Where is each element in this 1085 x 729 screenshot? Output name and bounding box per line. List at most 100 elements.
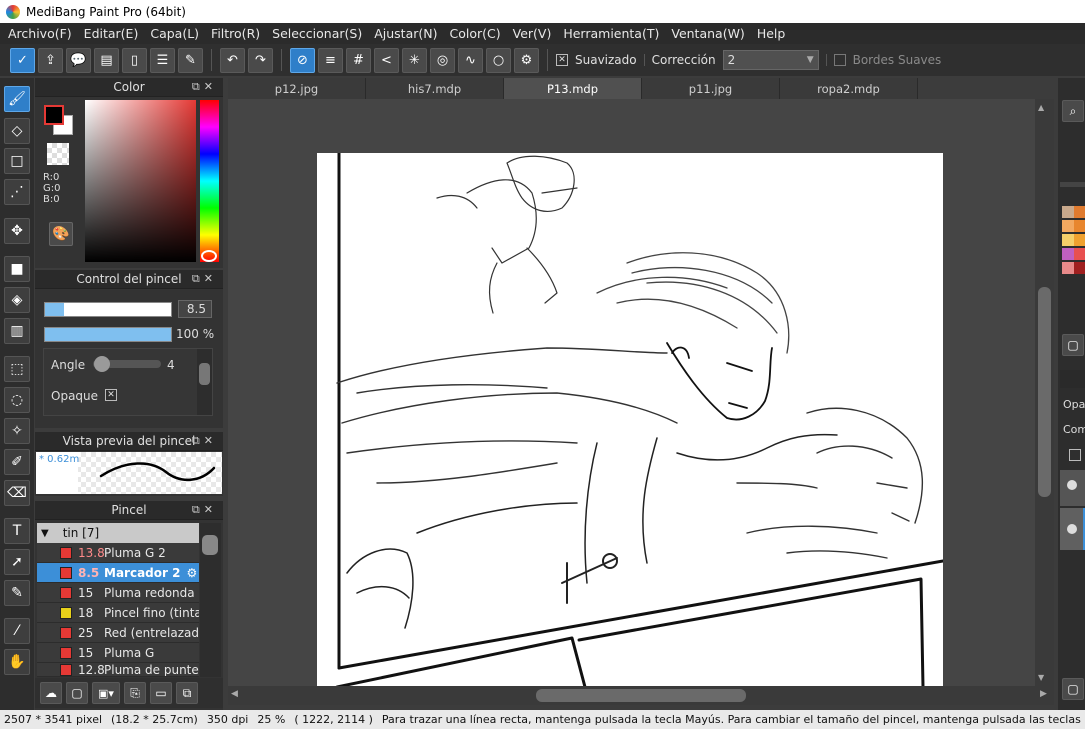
- redo-icon[interactable]: ↷: [248, 47, 273, 73]
- bucket-tool-icon[interactable]: ◈: [4, 287, 30, 313]
- horizontal-scroll-thumb[interactable]: [536, 689, 746, 702]
- tab-his7[interactable]: his7.mdp: [366, 78, 504, 99]
- grid-snap-icon[interactable]: #: [346, 47, 371, 73]
- brush-tool-icon[interactable]: 🖌: [4, 86, 30, 112]
- divide-tool-icon[interactable]: ✎: [4, 580, 30, 606]
- hue-cursor[interactable]: [201, 250, 217, 262]
- palette-swatch[interactable]: [1062, 234, 1074, 246]
- layer-row[interactable]: [1060, 508, 1085, 550]
- fill-rect-tool-icon[interactable]: ■: [4, 256, 30, 282]
- correction-select[interactable]: 2 ▼: [722, 50, 819, 70]
- palette-swatch[interactable]: [1062, 220, 1074, 232]
- panel-popout-close-icons[interactable]: ⧉✕: [192, 272, 217, 286]
- menu-herramienta[interactable]: Herramienta(T): [557, 26, 665, 41]
- share-icon[interactable]: ⇪: [38, 47, 63, 73]
- select-eraser-tool-icon[interactable]: ⌫: [4, 480, 30, 506]
- menu-ventana[interactable]: Ventana(W): [665, 26, 750, 41]
- scroll-left-icon[interactable]: ◀: [231, 689, 238, 699]
- canvas-vertical-scrollbar[interactable]: ▲ ▼: [1035, 99, 1054, 687]
- radial-snap-icon[interactable]: ✳: [402, 47, 427, 73]
- vanishing-point-icon[interactable]: <: [374, 47, 399, 73]
- duplicate-brush-icon[interactable]: ⎘: [124, 682, 146, 704]
- brush-item[interactable]: 12.8 Pluma de punteo: [37, 663, 199, 677]
- circle-snap-icon[interactable]: ○: [486, 47, 511, 73]
- smoothing-checkbox[interactable]: ✕: [556, 54, 568, 66]
- artwork-page[interactable]: [317, 153, 943, 687]
- palette-swatch[interactable]: [1074, 220, 1085, 232]
- eraser-tool-icon[interactable]: ◇: [4, 118, 30, 144]
- palette-swatch[interactable]: [1074, 262, 1085, 274]
- saturation-value-picker[interactable]: [85, 100, 196, 262]
- cloud-upload-icon[interactable]: ☁: [40, 682, 62, 704]
- brush-item[interactable]: 25 Red (entrelazado): [37, 623, 199, 643]
- brush-item[interactable]: 15 Pluma G: [37, 643, 199, 663]
- operation-tool-icon[interactable]: ➚: [4, 549, 30, 575]
- angle-slider-thumb[interactable]: [94, 356, 110, 372]
- document-icon[interactable]: ▯: [122, 47, 147, 73]
- tab-p13[interactable]: P13.mdp: [504, 78, 642, 99]
- gradient-tool-icon[interactable]: ▥: [4, 318, 30, 344]
- transparent-color-swatch[interactable]: [47, 143, 69, 165]
- new-brush-icon[interactable]: ▢: [66, 682, 88, 704]
- menu-color[interactable]: Color(C): [443, 26, 506, 41]
- folder-icon[interactable]: ▭: [150, 682, 172, 704]
- select-pen-tool-icon[interactable]: ✐: [4, 449, 30, 475]
- zoom-icon[interactable]: ⌕: [1062, 100, 1084, 122]
- tab-p12[interactable]: p12.jpg: [228, 78, 366, 99]
- lasso-tool-icon[interactable]: ◌: [4, 387, 30, 413]
- layer-option-checkbox[interactable]: [1069, 449, 1081, 461]
- scroll-down-icon[interactable]: ▼: [1038, 673, 1044, 682]
- brush-size-value[interactable]: 8.5: [178, 300, 212, 318]
- layer-visibility-icon[interactable]: [1067, 480, 1077, 490]
- menu-help[interactable]: Help: [751, 26, 792, 41]
- palette-swatch[interactable]: [1062, 248, 1074, 260]
- palette-swatch[interactable]: [1062, 206, 1074, 218]
- brush-menu-icon[interactable]: ▣▾: [92, 682, 120, 704]
- soft-edges-checkbox[interactable]: [833, 54, 846, 66]
- layer-row[interactable]: [1060, 470, 1085, 506]
- menu-editar[interactable]: Editar(E): [78, 26, 145, 41]
- list-icon[interactable]: ☰: [150, 47, 175, 73]
- foreground-color-swatch[interactable]: [44, 105, 64, 125]
- palette-swatch[interactable]: [1062, 262, 1074, 274]
- brush-list-scrollbar[interactable]: [200, 523, 221, 677]
- panel-popout-close-icons[interactable]: ⧉✕: [192, 434, 217, 448]
- dot-brush-tool-icon[interactable]: ⋰: [4, 179, 30, 205]
- brush-item[interactable]: 18 Pincel fino (tinta): [37, 603, 199, 623]
- parallel-snap-icon[interactable]: ≡: [318, 47, 343, 73]
- move-tool-icon[interactable]: ✥: [4, 218, 30, 244]
- snap-settings-gear-icon[interactable]: ⚙: [514, 47, 539, 73]
- snap-off-icon[interactable]: ⊘: [290, 47, 315, 73]
- palette-swatch[interactable]: [1074, 234, 1085, 246]
- undo-icon[interactable]: ↶: [220, 47, 245, 73]
- brush-settings-gear-icon[interactable]: ⚙: [186, 566, 197, 580]
- text-bubble-icon[interactable]: ▤: [94, 47, 119, 73]
- eyedropper-tool-icon[interactable]: ⁄: [4, 618, 30, 644]
- layer-visibility-icon[interactable]: [1067, 524, 1077, 534]
- brush-item[interactable]: 13.8 Pluma G 2: [37, 543, 199, 563]
- rect-select-tool-icon[interactable]: ⬚: [4, 356, 30, 382]
- menu-archivo[interactable]: Archivo(F): [2, 26, 78, 41]
- menu-ajustar[interactable]: Ajustar(N): [368, 26, 443, 41]
- copy-icon[interactable]: ⧉: [176, 682, 198, 704]
- palette-swatch[interactable]: [1074, 206, 1085, 218]
- brush-opacity-bar[interactable]: [44, 327, 172, 342]
- menu-filtro[interactable]: Filtro(R): [205, 26, 266, 41]
- tab-p11[interactable]: p11.jpg: [642, 78, 780, 99]
- new-layer-icon[interactable]: ▢: [1062, 678, 1084, 700]
- hue-slider[interactable]: [200, 100, 219, 262]
- rectangle-tool-icon[interactable]: □: [4, 148, 30, 174]
- panel-popout-close-icons[interactable]: ⧉✕: [192, 80, 217, 94]
- scroll-up-icon[interactable]: ▲: [1038, 103, 1044, 112]
- brush-item[interactable]: 15 Pluma redonda: [37, 583, 199, 603]
- menu-capa[interactable]: Capa(L): [144, 26, 205, 41]
- vertical-scroll-thumb[interactable]: [1038, 287, 1051, 497]
- brush-size-bar[interactable]: [44, 302, 172, 317]
- palette-swatch[interactable]: [1074, 248, 1085, 260]
- brush-item[interactable]: 8.5 Marcador 2 ⚙: [37, 563, 199, 583]
- palette-icon[interactable]: 🎨: [49, 222, 73, 246]
- curve-snap-icon[interactable]: ∿: [458, 47, 483, 73]
- edit-list-icon[interactable]: ✎: [178, 47, 203, 73]
- menu-ver[interactable]: Ver(V): [507, 26, 558, 41]
- magic-wand-tool-icon[interactable]: ✧: [4, 418, 30, 444]
